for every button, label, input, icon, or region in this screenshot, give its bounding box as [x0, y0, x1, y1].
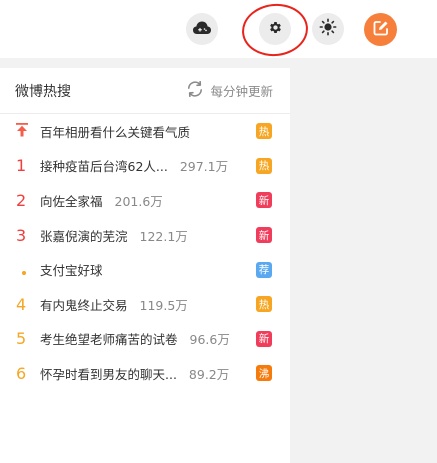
game-button[interactable]	[186, 13, 218, 45]
list-item[interactable]: 3 张嘉倪演的芜浣 122.1万 新	[0, 218, 290, 253]
list-item[interactable]: 4 有内鬼终止交易 119.5万 热	[0, 287, 290, 322]
item-title: 怀孕时看到男友的聊天...	[40, 366, 177, 382]
recommend-badge: 荐	[256, 261, 272, 278]
edit-icon	[373, 20, 389, 40]
new-badge: 新	[256, 192, 272, 209]
hot-search-list: 百年相册看什么关键看气质 热 1 接种疫苗后台湾62人... 297.1万 热 …	[0, 114, 290, 391]
list-item[interactable]: 支付宝好球 荐	[0, 252, 290, 287]
cloud-game-icon	[193, 20, 211, 39]
item-title: 考生绝望老师痛苦的试卷	[40, 332, 178, 348]
list-item[interactable]: 百年相册看什么关键看气质 热	[0, 114, 290, 149]
item-count: 89.2万	[188, 366, 230, 382]
refresh-button[interactable]: 每分钟更新	[186, 80, 273, 100]
compose-button[interactable]	[364, 13, 397, 46]
item-rank: 3	[16, 225, 27, 245]
list-item[interactable]: 2 向佐全家福 201.6万 新	[0, 183, 290, 218]
item-count: 96.6万	[189, 332, 230, 348]
promoted-dot-icon	[16, 260, 40, 279]
item-count: 201.6万	[114, 193, 163, 209]
item-rank: 6	[16, 363, 27, 383]
item-title: 有内鬼终止交易	[40, 297, 128, 313]
item-count: 119.5万	[139, 297, 188, 313]
list-item[interactable]: 6 怀孕时看到男友的聊天... 89.2万 沸	[0, 356, 290, 391]
item-count: 297.1万	[179, 159, 229, 175]
item-title: 支付宝好球	[40, 263, 103, 279]
hot-search-header: 微博热搜 每分钟更新	[0, 68, 290, 114]
item-title: 接种疫苗后台湾62人...	[40, 159, 168, 175]
item-title: 向佐全家福	[40, 193, 103, 209]
pinned-top-icon	[16, 122, 40, 141]
highlight-ring	[239, 0, 311, 60]
refresh-label: 每分钟更新	[210, 84, 273, 99]
hot-badge: 热	[256, 123, 272, 140]
item-rank: 5	[16, 329, 27, 349]
top-toolbar	[0, 0, 437, 60]
list-item[interactable]: 1 接种疫苗后台湾62人... 297.1万 热	[0, 149, 290, 184]
item-count: 122.1万	[139, 228, 188, 244]
hot-search-panel: 微博热搜 每分钟更新 百年相册看什么关键看气质 热 1 接种疫苗后台湾62人..…	[0, 68, 290, 463]
item-title: 百年相册看什么关键看气质	[40, 124, 191, 140]
hot-badge: 热	[256, 157, 272, 174]
item-rank: 1	[16, 156, 27, 176]
item-rank: 4	[16, 294, 27, 314]
hot-search-title: 微博热搜	[15, 83, 71, 100]
hot-badge: 热	[256, 296, 272, 313]
new-badge: 新	[256, 330, 272, 347]
new-badge: 新	[256, 227, 272, 244]
list-item[interactable]: 5 考生绝望老师痛苦的试卷 96.6万 新	[0, 322, 290, 357]
item-rank: 2	[16, 190, 27, 210]
theme-toggle-button[interactable]	[312, 13, 344, 45]
sun-icon	[319, 18, 337, 40]
refresh-icon	[186, 80, 210, 100]
boiling-badge: 沸	[256, 365, 272, 382]
item-title: 张嘉倪演的芜浣	[40, 228, 128, 244]
